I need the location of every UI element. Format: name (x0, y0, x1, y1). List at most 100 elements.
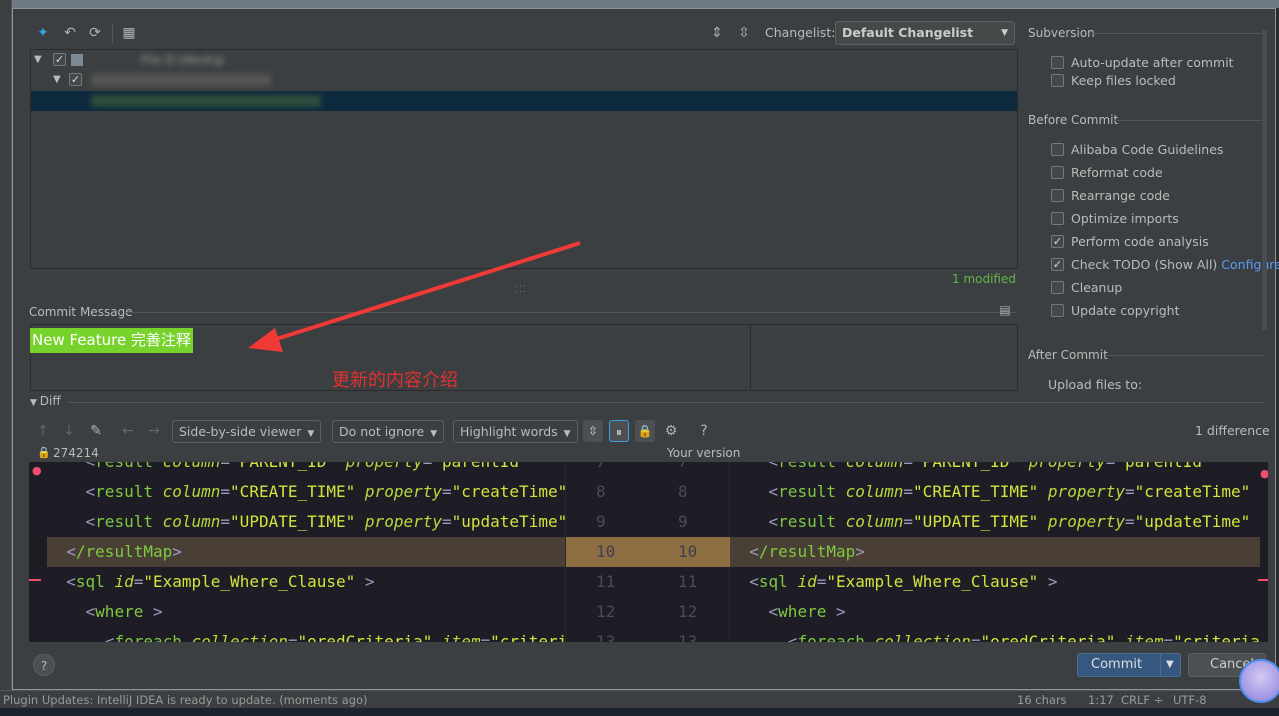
change-marker (29, 579, 41, 581)
tree-checkbox[interactable]: ✓ (53, 53, 66, 66)
diff-editor[interactable]: <result column="PARENT_ID" property="par… (29, 462, 1268, 642)
checkbox[interactable] (1051, 281, 1064, 294)
configure-link[interactable]: Configure (1221, 257, 1279, 272)
help-icon[interactable]: ? (695, 422, 713, 440)
char-count: 16 chars (1017, 693, 1067, 707)
left-editor-pane[interactable]: <result column="PARENT_ID" property="par… (47, 462, 565, 642)
tree-row[interactable]: ▼ ✓ (31, 70, 1017, 90)
line-number: 10 10 (566, 537, 731, 567)
viewer-value: Side-by-side viewer (179, 424, 302, 439)
toolbar-divider (112, 24, 113, 44)
ignore-select[interactable]: Do not ignore ▼ (332, 420, 445, 443)
code-line[interactable]: </resultMap> (730, 537, 1260, 567)
show-diff-icon[interactable]: ✦ (34, 24, 52, 42)
chevron-down-icon: ▼ (307, 429, 315, 439)
diff-heading: Diff (39, 394, 61, 408)
code-line[interactable]: <result column="PARENT_ID" property="par… (730, 462, 1260, 477)
expand-arrow-icon[interactable]: ▼ (34, 50, 42, 70)
change-marker (1258, 579, 1268, 581)
edit-source-icon[interactable]: ✎ (87, 422, 105, 440)
highlight-value: Highlight words (460, 424, 558, 439)
refresh-icon[interactable]: ⟳ (86, 24, 104, 42)
code-line[interactable]: <result column="UPDATE_TIME" property="u… (47, 507, 565, 537)
rollback-icon[interactable]: ↶ (61, 24, 79, 42)
changes-tree[interactable]: ▼ ✓ File D:\Work\p ▼ ✓ (30, 49, 1018, 269)
line-number: 77 (566, 462, 731, 477)
highlight-select[interactable]: Highlight words ▼ (453, 420, 578, 443)
viewer-select[interactable]: Side-by-side viewer ▼ (172, 420, 322, 443)
previous-diff-icon[interactable]: ↑ (34, 422, 52, 440)
checkbox[interactable] (1051, 143, 1064, 156)
splitter-handle[interactable]: ⁚⁚⁚ (515, 285, 527, 295)
floating-avatar[interactable] (1239, 659, 1279, 703)
encoding[interactable]: UTF-8 (1173, 691, 1207, 709)
separator (1112, 120, 1265, 121)
code-line[interactable]: <sql id="Example_Where_Clause" > (730, 567, 1260, 597)
error-icon: ● (32, 464, 42, 477)
code-line[interactable]: <result column="PARENT_ID" property="par… (47, 462, 565, 477)
code-line[interactable]: <where > (730, 597, 1260, 627)
changelist-value: Default Changelist (842, 25, 974, 40)
code-line[interactable]: <result column="CREATE_TIME" property="c… (730, 477, 1260, 507)
right-editor-pane[interactable]: <result column="PARENT_ID" property="par… (730, 462, 1260, 642)
commit-button[interactable]: Commit ▼ (1077, 653, 1181, 677)
checkbox[interactable] (1051, 166, 1064, 179)
line-number: 12 12 (596, 602, 698, 621)
help-button[interactable]: ? (33, 654, 55, 676)
checkbox-checked[interactable]: ✓ (1051, 235, 1064, 248)
settings-gear-icon[interactable]: ⚙ (662, 422, 680, 440)
scrollbar[interactable] (1262, 30, 1267, 330)
line-number: 13 13 (596, 632, 698, 642)
cursor-position[interactable]: 1:17 (1088, 691, 1114, 709)
chevron-down-icon[interactable]: ▼ (1166, 654, 1174, 676)
code-line[interactable]: <sql id="Example_Where_Clause" > (47, 567, 565, 597)
previous-file-icon[interactable]: ← (119, 422, 137, 440)
next-file-icon[interactable]: → (145, 422, 163, 440)
commit-message-label: Commit Message (29, 305, 133, 319)
difference-count: 1 difference (1195, 423, 1270, 438)
line-number-gutter: 77 88 99 1010 1111 1212 1313 (565, 462, 731, 642)
diff-toggle[interactable]: ▼ Diff (30, 394, 61, 408)
changelist-select[interactable]: Default Changelist ▼ (835, 21, 1015, 45)
tree-checkbox[interactable]: ✓ (69, 73, 82, 86)
checkbox[interactable] (1051, 212, 1064, 225)
chevron-down-icon: ▼ (563, 429, 571, 439)
modified-count: 1 modified (952, 272, 1016, 286)
expand-all-icon[interactable]: ⇕ (708, 24, 726, 42)
checkbox[interactable] (1051, 304, 1064, 317)
collapse-all-icon[interactable]: ⇳ (735, 24, 753, 42)
ide-side-strip (0, 0, 12, 690)
sync-scroll-icon[interactable]: ⏸ (609, 420, 629, 442)
separator (124, 312, 1017, 313)
checkbox[interactable] (1051, 189, 1064, 202)
checkbox[interactable] (1051, 56, 1064, 69)
code-line[interactable]: <where > (47, 597, 565, 627)
next-diff-icon[interactable]: ↓ (60, 422, 78, 440)
line-number: 11 11 (596, 572, 698, 591)
tree-row[interactable]: ▼ ✓ File D:\Work\p (31, 50, 1017, 70)
collapse-unchanged-icon[interactable]: ⇳ (583, 420, 603, 442)
commit-history-icon[interactable]: ▤ (996, 301, 1014, 319)
tree-row-selected[interactable] (31, 91, 1017, 111)
error-icon: ● (1260, 467, 1268, 480)
lock-icon[interactable]: 🔒 (635, 420, 655, 442)
checkbox-checked[interactable]: ✓ (1051, 258, 1064, 271)
code-line[interactable]: <foreach collection="oredCriteria" item=… (47, 627, 565, 642)
status-message[interactable]: Plugin Updates: IntelliJ IDEA is ready t… (3, 691, 368, 709)
expand-arrow-icon[interactable]: ▼ (53, 70, 61, 90)
code-line[interactable]: <foreach collection="oredCriteria" item=… (730, 627, 1260, 642)
separator (68, 402, 1265, 403)
chevron-down-icon: ▼ (430, 429, 438, 439)
separator (1106, 355, 1265, 356)
line-separator[interactable]: CRLF ÷ (1121, 691, 1163, 709)
tree-row-label: File D:\Work\p (141, 53, 225, 67)
group-by-icon[interactable]: ▦ (120, 24, 138, 42)
checkbox[interactable] (1051, 74, 1064, 87)
code-line[interactable]: <result column="CREATE_TIME" property="c… (47, 477, 565, 507)
collapse-arrow-icon: ▼ (30, 398, 40, 408)
code-line[interactable]: <result column="UPDATE_TIME" property="u… (730, 507, 1260, 537)
chevron-down-icon: ▼ (1001, 28, 1008, 38)
code-line[interactable]: </resultMap> (47, 537, 565, 567)
taskbar (0, 708, 1279, 716)
commit-message-text[interactable]: New Feature 完善注释 (30, 328, 193, 353)
